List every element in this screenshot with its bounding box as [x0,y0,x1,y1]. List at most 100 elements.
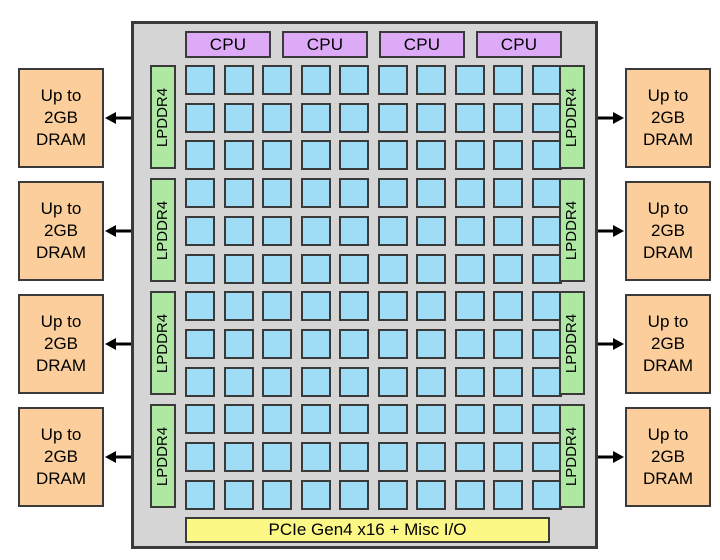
accelerator-tile[interactable] [223,479,254,510]
accelerator-tile[interactable] [185,178,215,209]
accelerator-tile[interactable] [339,65,369,95]
accelerator-tile[interactable] [531,140,562,171]
accelerator-tile[interactable] [493,291,523,322]
accelerator-tile[interactable] [339,404,369,435]
accelerator-tile[interactable] [531,328,562,359]
accelerator-tile[interactable] [339,178,369,209]
accelerator-tile[interactable] [262,442,292,472]
accelerator-tile[interactable] [223,253,254,284]
cpu-block-4[interactable]: CPU [476,31,562,58]
accelerator-tile[interactable] [377,479,408,510]
accelerator-tile[interactable] [223,328,254,359]
accelerator-tile[interactable] [531,178,562,209]
accelerator-tile[interactable] [185,404,215,435]
lpddr4-controller-right-1[interactable]: LPDDR4 [559,65,585,169]
accelerator-tile[interactable] [416,65,446,95]
dram-module-left-4[interactable]: Up to 2GB DRAM [18,407,104,507]
accelerator-tile[interactable] [531,102,562,133]
accelerator-tile[interactable] [300,479,331,510]
accelerator-tile[interactable] [262,366,292,397]
accelerator-tile[interactable] [185,102,215,133]
accelerator-tile[interactable] [493,328,523,359]
accelerator-tile[interactable] [377,102,408,133]
accelerator-tile[interactable] [493,366,523,397]
accelerator-tile[interactable] [185,65,215,95]
lpddr4-controller-left-2[interactable]: LPDDR4 [150,178,176,282]
accelerator-tile[interactable] [377,140,408,171]
accelerator-tile[interactable] [185,253,215,284]
accelerator-tile[interactable] [377,291,408,322]
accelerator-tile[interactable] [531,404,562,435]
accelerator-tile[interactable] [185,442,215,472]
accelerator-tile[interactable] [300,404,331,435]
lpddr4-controller-left-3[interactable]: LPDDR4 [150,291,176,395]
accelerator-tile[interactable] [454,479,485,510]
accelerator-tile[interactable] [339,328,369,359]
accelerator-tile[interactable] [223,102,254,133]
accelerator-tile[interactable] [493,442,523,472]
accelerator-tile[interactable] [262,178,292,209]
soc-package[interactable]: CPU CPU CPU CPU LPDDR4 LPDDR4 LPDDR4 LPDDR4 LP… [131,21,598,549]
accelerator-tile[interactable] [339,215,369,246]
accelerator-tile[interactable] [377,328,408,359]
accelerator-tile[interactable] [493,102,523,133]
accelerator-tile[interactable] [416,102,446,133]
accelerator-tile[interactable] [416,215,446,246]
accelerator-tile[interactable] [377,404,408,435]
accelerator-tile[interactable] [223,215,254,246]
dram-module-left-3[interactable]: Up to 2GB DRAM [18,294,104,394]
accelerator-tile[interactable] [262,65,292,95]
dram-module-right-4[interactable]: Up to 2GB DRAM [625,407,711,507]
accelerator-tile[interactable] [531,65,562,95]
accelerator-tile[interactable] [300,215,331,246]
lpddr4-controller-left-1[interactable]: LPDDR4 [150,65,176,169]
accelerator-tile[interactable] [377,215,408,246]
accelerator-tile[interactable] [493,215,523,246]
accelerator-tile[interactable] [531,215,562,246]
dram-module-right-3[interactable]: Up to 2GB DRAM [625,294,711,394]
cpu-block-1[interactable]: CPU [185,31,271,58]
accelerator-tile[interactable] [377,178,408,209]
accelerator-tile[interactable] [339,479,369,510]
accelerator-tile[interactable] [339,366,369,397]
accelerator-tile[interactable] [531,442,562,472]
accelerator-tile[interactable] [300,65,331,95]
accelerator-tile[interactable] [493,178,523,209]
lpddr4-controller-left-4[interactable]: LPDDR4 [150,404,176,508]
accelerator-tile[interactable] [416,291,446,322]
accelerator-tile[interactable] [454,253,485,284]
accelerator-tile[interactable] [300,366,331,397]
accelerator-tile[interactable] [531,253,562,284]
accelerator-tile[interactable] [262,479,292,510]
dram-module-left-1[interactable]: Up to 2GB DRAM [18,68,104,168]
accelerator-tile[interactable] [262,328,292,359]
accelerator-tile[interactable] [300,291,331,322]
accelerator-tile[interactable] [377,65,408,95]
pcie-io-bar[interactable]: PCIe Gen4 x16 + Misc I/O [185,517,550,543]
accelerator-tile[interactable] [339,253,369,284]
accelerator-tile[interactable] [454,404,485,435]
accelerator-tile[interactable] [454,140,485,171]
accelerator-tile[interactable] [454,102,485,133]
accelerator-tile[interactable] [493,404,523,435]
dram-module-left-2[interactable]: Up to 2GB DRAM [18,181,104,281]
accelerator-tile[interactable] [416,366,446,397]
accelerator-tile[interactable] [493,479,523,510]
accelerator-tile[interactable] [416,404,446,435]
accelerator-tile[interactable] [300,442,331,472]
accelerator-tile[interactable] [377,366,408,397]
accelerator-tile[interactable] [223,442,254,472]
accelerator-tile[interactable] [262,291,292,322]
accelerator-tile[interactable] [531,479,562,510]
accelerator-tile[interactable] [262,215,292,246]
accelerator-tile[interactable] [185,366,215,397]
accelerator-tile[interactable] [185,479,215,510]
accelerator-tile[interactable] [416,442,446,472]
cpu-block-2[interactable]: CPU [282,31,368,58]
accelerator-tile[interactable] [493,65,523,95]
accelerator-tile[interactable] [185,291,215,322]
accelerator-tile[interactable] [454,65,485,95]
accelerator-tile[interactable] [262,140,292,171]
accelerator-tile[interactable] [454,366,485,397]
accelerator-tile[interactable] [493,253,523,284]
